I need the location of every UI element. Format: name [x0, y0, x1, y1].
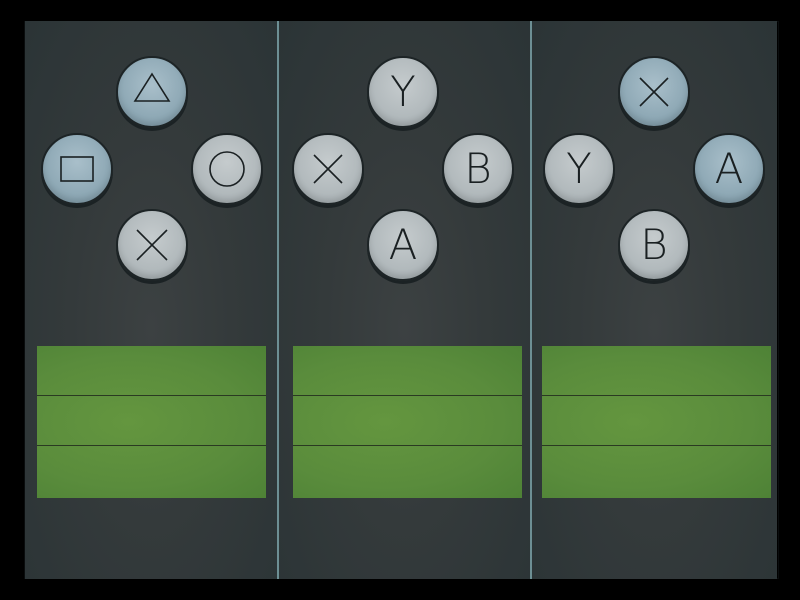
circle-button[interactable] — [191, 133, 263, 205]
panel-divider — [277, 21, 279, 579]
triangle-button[interactable] — [116, 56, 188, 128]
y-button[interactable]: Y — [367, 56, 439, 128]
cross-button[interactable] — [116, 209, 188, 281]
panel-divider — [530, 21, 532, 579]
x-icon — [313, 154, 343, 184]
controller-panel-nintendo: Y A B — [532, 21, 777, 579]
a-label: A — [714, 144, 744, 193]
slot-3[interactable] — [37, 446, 266, 496]
slot-1[interactable] — [293, 346, 522, 396]
slot-1[interactable] — [37, 346, 266, 396]
a-label: A — [388, 220, 418, 269]
slot-3[interactable] — [542, 446, 771, 496]
slot-list — [542, 346, 771, 498]
slot-list — [37, 346, 266, 498]
y-label: Y — [390, 67, 416, 116]
circle-icon — [209, 151, 245, 187]
slot-2[interactable] — [293, 396, 522, 446]
x-icon — [639, 77, 669, 107]
slot-1[interactable] — [542, 346, 771, 396]
slot-list — [293, 346, 522, 498]
triangle-icon — [133, 72, 171, 102]
controller-panel-playstation — [25, 21, 277, 579]
a-button[interactable]: A — [367, 209, 439, 281]
square-icon — [60, 156, 94, 182]
slot-2[interactable] — [37, 396, 266, 446]
y-label: Y — [566, 144, 592, 193]
b-label: B — [640, 220, 668, 269]
a-button[interactable]: A — [693, 133, 765, 205]
b-button[interactable]: B — [618, 209, 690, 281]
controller-panel-xbox: Y B A — [279, 21, 530, 579]
slot-3[interactable] — [293, 446, 522, 496]
b-label: B — [464, 144, 492, 193]
square-button[interactable] — [41, 133, 113, 205]
cross-icon — [136, 229, 168, 261]
x-button[interactable] — [292, 133, 364, 205]
b-button[interactable]: B — [442, 133, 514, 205]
x-button[interactable] — [618, 56, 690, 128]
y-button[interactable]: Y — [543, 133, 615, 205]
slot-2[interactable] — [542, 396, 771, 446]
